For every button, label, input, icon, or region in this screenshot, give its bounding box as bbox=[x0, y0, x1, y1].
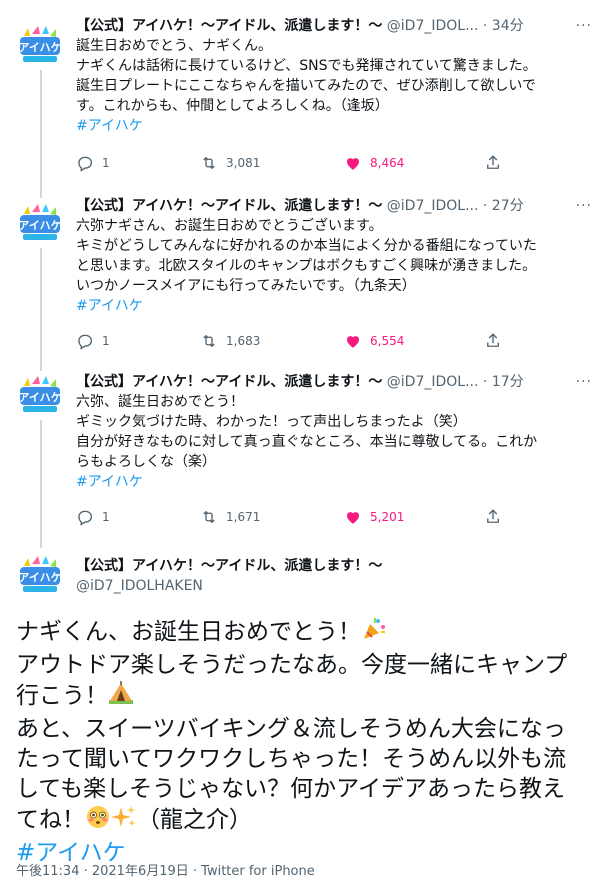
avatar-logo-text: アイハケ bbox=[18, 219, 61, 232]
flushed-face-icon bbox=[85, 804, 111, 838]
party-popper-icon bbox=[361, 616, 387, 650]
tweet-timestamp[interactable]: · 17分 bbox=[483, 374, 524, 390]
reply-icon bbox=[78, 334, 93, 350]
like-count: 5,201 bbox=[370, 510, 405, 524]
share-icon bbox=[487, 509, 499, 523]
hashtag-link[interactable]: #アイハケ bbox=[76, 296, 592, 316]
tweet-text: 六弥、誕生日おめでとう！ ギミック気づけた時、わかった！って声出しちまったよ（笑）… bbox=[76, 394, 538, 470]
retweet-count: 1,683 bbox=[226, 334, 261, 348]
share-button[interactable] bbox=[484, 508, 502, 526]
sparkles-icon bbox=[111, 804, 137, 838]
tweet-text: 誕生日おめでとう、ナギくん。 ナギくんは話術に長けているけど、SNSでも発揮されて… bbox=[76, 38, 537, 114]
tweet-metadata[interactable]: 午後11:34 · 2021年6月19日 · Twitter for iPhon… bbox=[16, 860, 315, 879]
hashtag-link[interactable]: #アイハケ bbox=[76, 116, 592, 136]
share-icon bbox=[487, 155, 499, 169]
tweet[interactable]: アイハケ 【公式】アイハケ！～アイドル、派遣します！～ @iD7_IDOL...… bbox=[0, 372, 606, 542]
retweet-button[interactable]: 3,081 bbox=[200, 154, 260, 172]
reply-count: 1 bbox=[102, 334, 110, 348]
author-name[interactable]: 【公式】アイハケ！～アイドル、派遣します！～ bbox=[76, 18, 382, 34]
tweet[interactable]: アイハケ 【公式】アイハケ！～アイドル、派遣します！～ @iD7_IDOL...… bbox=[0, 196, 606, 366]
tweet-actions: 1 3,081 8,464 bbox=[76, 154, 592, 174]
share-button[interactable] bbox=[484, 154, 502, 172]
retweet-icon bbox=[203, 511, 215, 523]
author-handle[interactable]: @iD7_IDOL... bbox=[387, 374, 479, 390]
more-options-button[interactable]: ··· bbox=[576, 372, 592, 392]
tweet[interactable]: アイハケ 【公式】アイハケ！～アイドル、派遣します！～ @iD7_IDOL...… bbox=[0, 16, 606, 186]
author-handle[interactable]: @iD7_IDOLHAKEN bbox=[76, 576, 592, 596]
avatar-logo-icon: アイハケ bbox=[18, 204, 62, 240]
like-button[interactable]: 8,464 bbox=[344, 154, 404, 172]
avatar[interactable]: アイハケ bbox=[16, 372, 64, 420]
retweet-button[interactable]: 1,671 bbox=[200, 508, 260, 526]
author-handle[interactable]: @iD7_IDOL... bbox=[387, 18, 479, 34]
reply-button[interactable]: 1 bbox=[76, 154, 110, 172]
retweet-icon bbox=[203, 335, 215, 347]
avatar-logo-text: アイハケ bbox=[18, 41, 61, 54]
reply-button[interactable]: 1 bbox=[76, 332, 110, 350]
share-button[interactable] bbox=[484, 332, 502, 350]
like-count: 8,464 bbox=[370, 156, 405, 170]
tweet-actions: 1 1,683 6,554 bbox=[76, 332, 592, 352]
avatar-logo-icon: アイハケ bbox=[18, 376, 62, 412]
author-handle[interactable]: @iD7_IDOL... bbox=[387, 198, 479, 214]
reply-count: 1 bbox=[102, 156, 110, 170]
retweet-icon bbox=[203, 157, 215, 169]
avatar[interactable]: アイハケ bbox=[16, 552, 64, 600]
main-tweet: アイハケ 【公式】アイハケ！～アイドル、派遣します！～ @iD7_IDOLHAK… bbox=[0, 548, 606, 883]
main-tweet-text: ナギくん、お誕生日おめでとう！ アウトドア楽しそうだったなあ。今度一緒にキャンプ… bbox=[16, 616, 592, 868]
author-name[interactable]: 【公式】アイハケ！～アイドル、派遣します！～ bbox=[76, 556, 592, 576]
like-count: 6,554 bbox=[370, 334, 405, 348]
tweet-timestamp[interactable]: · 34分 bbox=[483, 18, 524, 34]
heart-icon bbox=[347, 158, 359, 170]
avatar-logo-text: アイハケ bbox=[18, 391, 61, 404]
retweet-count: 1,671 bbox=[226, 510, 261, 524]
avatar-logo-icon: アイハケ bbox=[18, 26, 62, 62]
author-name[interactable]: 【公式】アイハケ！～アイドル、派遣します！～ bbox=[76, 198, 382, 214]
author-name[interactable]: 【公式】アイハケ！～アイドル、派遣します！～ bbox=[76, 374, 382, 390]
more-options-button[interactable]: ··· bbox=[576, 16, 592, 36]
like-button[interactable]: 5,201 bbox=[344, 508, 404, 526]
retweet-button[interactable]: 1,683 bbox=[200, 332, 260, 350]
heart-icon bbox=[347, 336, 359, 348]
avatar-logo-text: アイハケ bbox=[18, 571, 61, 584]
reply-button[interactable]: 1 bbox=[76, 508, 110, 526]
hashtag-link[interactable]: #アイハケ bbox=[76, 472, 592, 492]
avatar-logo-icon: アイハケ bbox=[18, 556, 62, 592]
avatar[interactable]: アイハケ bbox=[16, 22, 64, 70]
heart-icon bbox=[347, 512, 359, 524]
more-options-button[interactable]: ··· bbox=[576, 196, 592, 216]
reply-icon bbox=[78, 156, 93, 172]
like-button[interactable]: 6,554 bbox=[344, 332, 404, 350]
share-icon bbox=[487, 333, 499, 347]
tweet-timestamp[interactable]: · 27分 bbox=[483, 198, 524, 214]
tweet-actions: 1 1,671 5,201 bbox=[76, 508, 592, 528]
reply-icon bbox=[78, 510, 93, 526]
tent-icon bbox=[108, 680, 134, 714]
avatar[interactable]: アイハケ bbox=[16, 200, 64, 248]
retweet-count: 3,081 bbox=[226, 156, 261, 170]
reply-count: 1 bbox=[102, 510, 110, 524]
tweet-text: 六弥ナギさん、お誕生日おめでとうございます。 キミがどうしてみんなに好かれるのか本… bbox=[76, 218, 537, 294]
